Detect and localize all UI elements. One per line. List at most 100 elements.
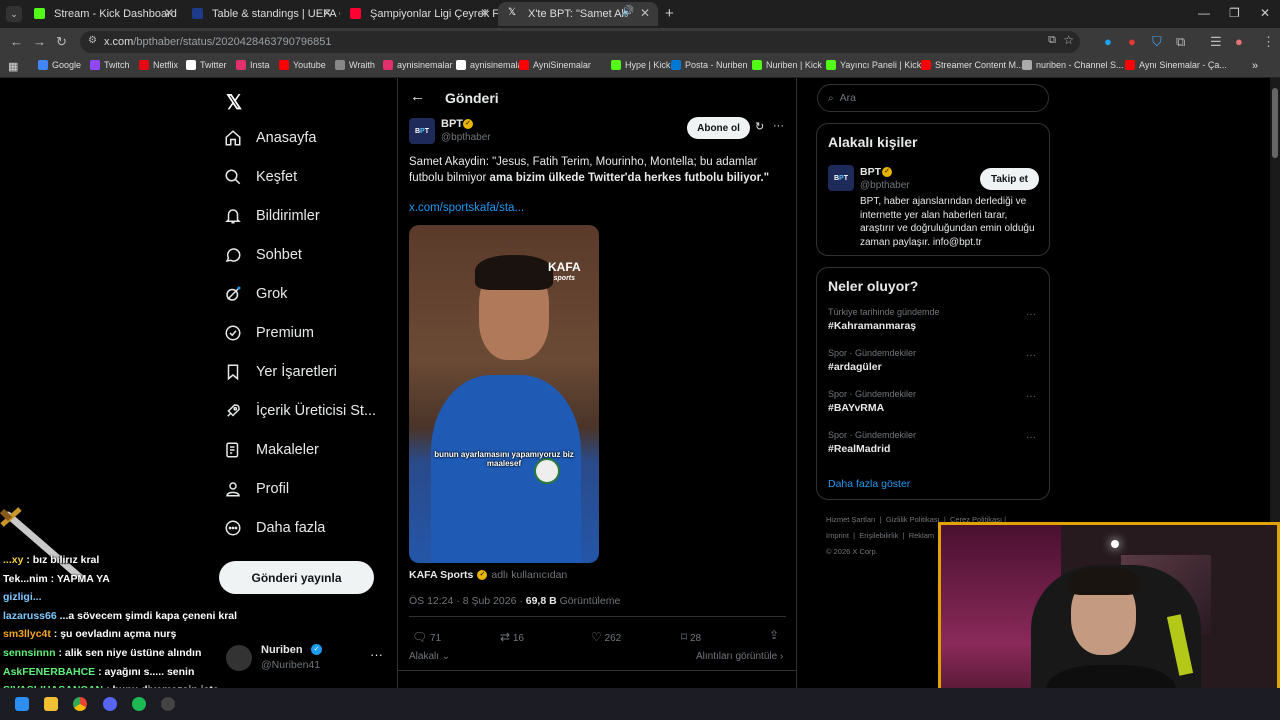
footer-link[interactable]: Gizlilik Politikası <box>886 515 940 524</box>
new-tab-icon[interactable]: + <box>665 5 674 22</box>
site-info-icon[interactable]: ⚙ <box>88 35 97 46</box>
footer-link[interactable]: Reklam <box>909 531 934 540</box>
close-tab-icon[interactable]: ✕ <box>164 6 174 20</box>
bookmark-item[interactable]: Twitter <box>186 60 227 70</box>
nav-creator-studio[interactable]: İçerik Üreticisi St... <box>224 396 376 426</box>
bookmark-item[interactable]: Nuriben | Kick <box>752 60 822 70</box>
follow-button[interactable]: Takip et <box>980 168 1039 190</box>
browser-tab[interactable]: Şampiyonlar Ligi Çeyrek Final | ✕ <box>340 2 498 26</box>
windows-start-icon[interactable] <box>15 697 29 711</box>
restore-icon[interactable]: ❐ <box>1229 6 1240 20</box>
more-dots-icon[interactable]: ··· <box>1026 350 1036 361</box>
related-avatar[interactable]: BPT <box>828 165 854 191</box>
nav-explore[interactable]: Keşfet <box>224 162 297 192</box>
bookmark-star-icon[interactable]: ☆ <box>1063 33 1074 47</box>
nav-bookmarks[interactable]: Yer İşaretleri <box>224 357 337 387</box>
speaker-icon[interactable]: 🔊 <box>622 6 634 17</box>
close-tab-icon[interactable]: ✕ <box>322 6 332 20</box>
post-link[interactable]: x.com/sportskafa/sta... <box>409 202 524 214</box>
apps-icon[interactable]: ▦ <box>8 60 18 73</box>
tab-search-icon[interactable]: ⌄ <box>6 6 22 22</box>
related-name[interactable]: BPT <box>860 166 881 178</box>
like-action[interactable]: ♡ 262 <box>591 630 621 644</box>
nav-profile[interactable]: Profil <box>224 474 289 504</box>
more-dots-icon[interactable]: ··· <box>370 647 383 662</box>
extension-icon[interactable]: ● <box>1104 34 1112 49</box>
more-bookmarks-icon[interactable]: » <box>1252 60 1258 72</box>
bookmark-item[interactable]: aynisinemalar <box>456 60 526 70</box>
extensions-puzzle-icon[interactable]: ⧉ <box>1176 34 1185 50</box>
author-name[interactable]: BPT <box>441 118 463 130</box>
browser-tab[interactable]: Table & standings | UEFA Cham ✕ <box>182 2 340 26</box>
bookmark-item[interactable]: nuriben - Channel S... <box>1022 60 1124 70</box>
close-window-icon[interactable]: ✕ <box>1260 6 1270 20</box>
bookmark-item[interactable]: Hype | Kick <box>611 60 670 70</box>
trend-item[interactable]: Spor · Gündemdekiler #BAYvRMA ··· <box>817 389 1049 425</box>
trend-item[interactable]: Türkiye tarihinde gündemde #Kahramanmaraş… <box>817 307 1049 343</box>
search-input[interactable]: ⌕ Ara <box>817 84 1049 112</box>
file-explorer-icon[interactable] <box>44 697 58 711</box>
more-dots-icon[interactable]: ··· <box>1026 432 1036 443</box>
bookmark-item[interactable]: Aynı Sinemalar - Ça... <box>1125 60 1227 70</box>
more-dots-icon[interactable]: ··· <box>1026 309 1036 320</box>
scrollbar-thumb[interactable] <box>1272 88 1278 158</box>
nav-notifications[interactable]: Bildirimler <box>224 201 320 231</box>
extension-icon[interactable]: ● <box>1128 34 1136 49</box>
nav-premium[interactable]: Premium <box>224 318 314 348</box>
footer-link[interactable]: Hizmet Şartları <box>826 515 876 524</box>
spotify-icon[interactable] <box>132 697 146 711</box>
view-quotes-link[interactable]: Alıntıları görüntüle › <box>696 651 783 662</box>
video-source[interactable]: KAFA Sports ✓ adlı kullanıcıdan <box>409 569 567 581</box>
discord-icon[interactable] <box>103 697 117 711</box>
bookmark-item[interactable]: AyniSinemalar <box>519 60 591 70</box>
bookmark-item[interactable]: Posta - Nuriben <box>671 60 748 70</box>
back-arrow-icon[interactable]: ← <box>410 88 425 105</box>
nav-grok[interactable]: Grok <box>224 279 287 309</box>
profile-icon[interactable]: ● <box>1235 34 1243 49</box>
subscribe-button[interactable]: Abone ol <box>687 117 750 139</box>
minimize-icon[interactable]: — <box>1198 6 1210 20</box>
bookmark-item[interactable]: aynisinemalar <box>383 60 453 70</box>
install-icon[interactable]: ⧉ <box>1048 34 1056 47</box>
repost-action[interactable]: ⇄ 16 <box>500 630 524 644</box>
back-icon[interactable]: ← <box>10 34 23 49</box>
share-icon[interactable]: ⇪ <box>769 628 779 642</box>
sort-relevant[interactable]: Alakalı ⌄ <box>409 651 450 662</box>
footer-link[interactable]: Imprint <box>826 531 849 540</box>
bookmark-action[interactable]: ⌑ 28 <box>681 630 701 644</box>
reading-list-icon[interactable]: ☰ <box>1210 34 1222 50</box>
menu-icon[interactable]: ⋮ <box>1262 34 1275 50</box>
author-avatar[interactable]: BPT <box>409 118 435 144</box>
bookmark-item[interactable]: Netflix <box>139 60 178 70</box>
video-player[interactable]: KAFA sports bunun ayarlamasını yapamıyor… <box>409 225 599 563</box>
x-logo-icon[interactable]: 𝕏 <box>226 90 242 115</box>
footer-link[interactable]: Erişilebilirlik <box>859 531 898 540</box>
trend-item[interactable]: Spor · Gündemdekiler #ardagüler ··· <box>817 348 1049 384</box>
bookmark-item[interactable]: Streamer Content M... <box>921 60 1024 70</box>
address-bar[interactable]: ⚙ x.com/bpthaber/status/2020428463790796… <box>80 31 1080 53</box>
browser-tab-active[interactable]: 𝕏 X'te BPT: "Samet Akaydin: " 🔊 ✕ <box>498 2 658 26</box>
show-more-link[interactable]: Daha fazla göster <box>828 478 910 490</box>
nav-home[interactable]: Anasayfa <box>224 123 316 153</box>
bookmark-item[interactable]: Google <box>38 60 81 70</box>
bookmark-item[interactable]: Twitch <box>90 60 130 70</box>
forward-icon[interactable]: → <box>33 34 46 49</box>
extension-icon[interactable]: ⛉ <box>1152 34 1162 50</box>
more-dots-icon[interactable]: ··· <box>773 120 784 132</box>
post-time[interactable]: ÖS 12:24 · 8 Şub 2026 · <box>409 595 526 607</box>
close-tab-icon[interactable]: ✕ <box>480 6 490 20</box>
trend-item[interactable]: Spor · Gündemdekiler #RealMadrid ··· <box>817 430 1049 466</box>
grok-icon[interactable]: ↻ <box>755 120 764 133</box>
nav-articles[interactable]: Makaleler <box>224 435 319 465</box>
nav-chat[interactable]: Sohbet <box>224 240 302 270</box>
close-tab-icon[interactable]: ✕ <box>640 6 650 20</box>
chrome-icon[interactable] <box>73 697 87 711</box>
bookmark-item[interactable]: Wraith <box>335 60 375 70</box>
reload-icon[interactable]: ↻ <box>56 34 67 50</box>
bookmark-item[interactable]: Youtube <box>279 60 326 70</box>
reply-action[interactable]: 🗨︎ 71 <box>412 630 441 644</box>
bookmark-item[interactable]: Insta <box>236 60 270 70</box>
nav-more[interactable]: Daha fazla <box>224 513 325 543</box>
browser-tab[interactable]: Stream - Kick Dashboard ✕ <box>24 2 182 26</box>
bookmark-item[interactable]: Yayıncı Paneli | Kick <box>826 60 921 70</box>
